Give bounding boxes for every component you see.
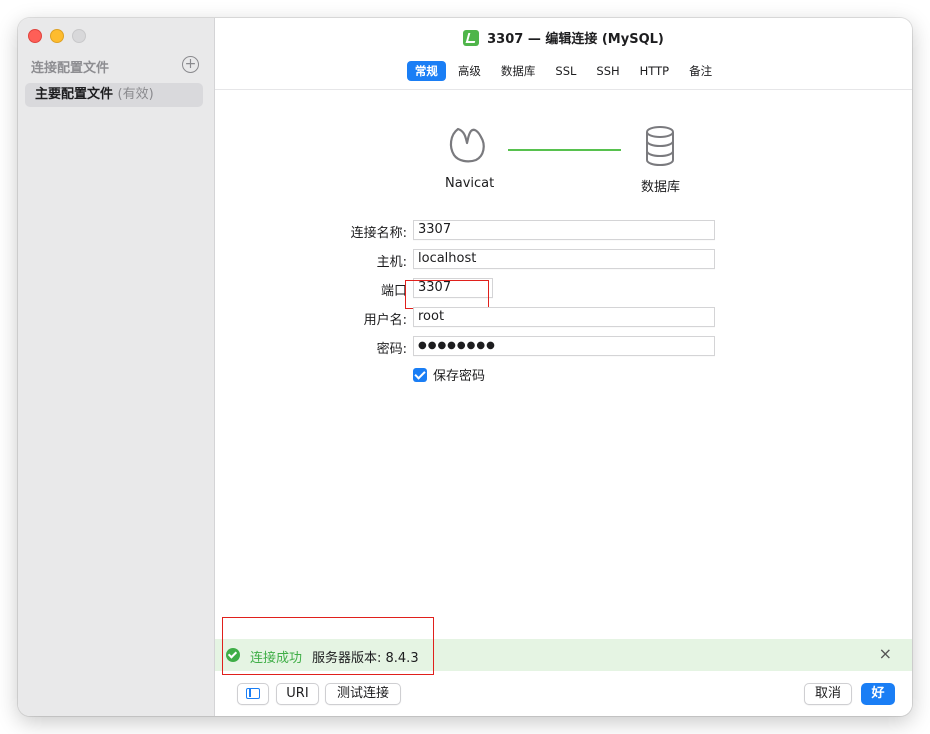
uri-button[interactable]: URI [276, 683, 319, 705]
add-profile-icon[interactable]: + [182, 56, 199, 73]
title-bar: 3307 — 编辑连接 (MySQL) [215, 28, 912, 47]
close-window-button[interactable] [28, 29, 42, 43]
connection-line [508, 149, 621, 151]
navicat-app-icon [463, 29, 480, 46]
password-label: 密码: [376, 342, 407, 357]
zoom-window-button[interactable] [72, 29, 86, 43]
save-password-checkbox[interactable] [413, 367, 427, 382]
tab-ssl[interactable]: SSL [547, 61, 584, 81]
sidebar: 连接配置文件 + 主要配置文件 (有效) [18, 18, 215, 716]
sidebar-toggle-icon [246, 688, 260, 699]
tab-divider [215, 89, 912, 90]
port-row: 端口 3307 [215, 278, 912, 300]
window-title: 3307 — 编辑连接 (MySQL) [487, 32, 664, 47]
save-password-row[interactable]: 保存密码 [413, 365, 485, 384]
profile-status: (有效) [117, 87, 154, 102]
window-controls [28, 29, 86, 43]
tab-http[interactable]: HTTP [632, 61, 677, 81]
sidebar-item-main-profile[interactable]: 主要配置文件 (有效) [25, 83, 203, 107]
profile-name: 主要配置文件 [35, 87, 114, 102]
ok-button[interactable]: 好 [861, 683, 895, 705]
connection-name-input[interactable]: 3307 [413, 220, 715, 240]
tab-ssh[interactable]: SSH [588, 61, 627, 81]
save-password-label: 保存密码 [433, 369, 486, 384]
tab-advanced[interactable]: 高级 [450, 61, 489, 81]
port-label: 端口 [380, 284, 407, 299]
sidebar-header: 连接配置文件 [31, 61, 110, 76]
main-panel: 3307 — 编辑连接 (MySQL) 常规 高级 数据库 SSL SSH HT… [215, 18, 912, 716]
navicat-logo-icon [449, 127, 485, 163]
host-input[interactable]: localhost [413, 249, 715, 269]
host-label: 主机: [376, 255, 407, 270]
cancel-button[interactable]: 取消 [804, 683, 852, 705]
tab-bar: 常规 高级 数据库 SSL SSH HTTP 备注 [215, 61, 912, 81]
password-row: 密码: ●●●●●●●● [215, 336, 912, 358]
minimize-window-button[interactable] [50, 29, 64, 43]
close-icon[interactable]: × [879, 644, 892, 663]
password-input[interactable]: ●●●●●●●● [413, 336, 715, 356]
username-input[interactable]: root [413, 307, 715, 327]
tab-notes[interactable]: 备注 [681, 61, 720, 81]
port-annotation-box [405, 280, 489, 309]
status-annotation-box [222, 617, 434, 675]
connection-window: 连接配置文件 + 主要配置文件 (有效) 3307 — 编辑连接 (MySQL)… [18, 18, 912, 716]
test-connection-button[interactable]: 测试连接 [325, 683, 401, 705]
host-row: 主机: localhost [215, 249, 912, 271]
username-row: 用户名: root [215, 307, 912, 329]
connection-diagram: Navicat 数据库 [215, 123, 912, 203]
database-label: 数据库 [641, 180, 681, 195]
database-icon [646, 126, 674, 167]
navicat-label: Navicat [445, 176, 495, 191]
connection-name-row: 连接名称: 3307 [215, 220, 912, 242]
connection-name-label: 连接名称: [350, 226, 407, 241]
tab-database[interactable]: 数据库 [493, 61, 544, 81]
toggle-sidebar-button[interactable] [237, 683, 269, 705]
tab-general[interactable]: 常规 [406, 61, 446, 81]
username-label: 用户名: [363, 313, 407, 328]
